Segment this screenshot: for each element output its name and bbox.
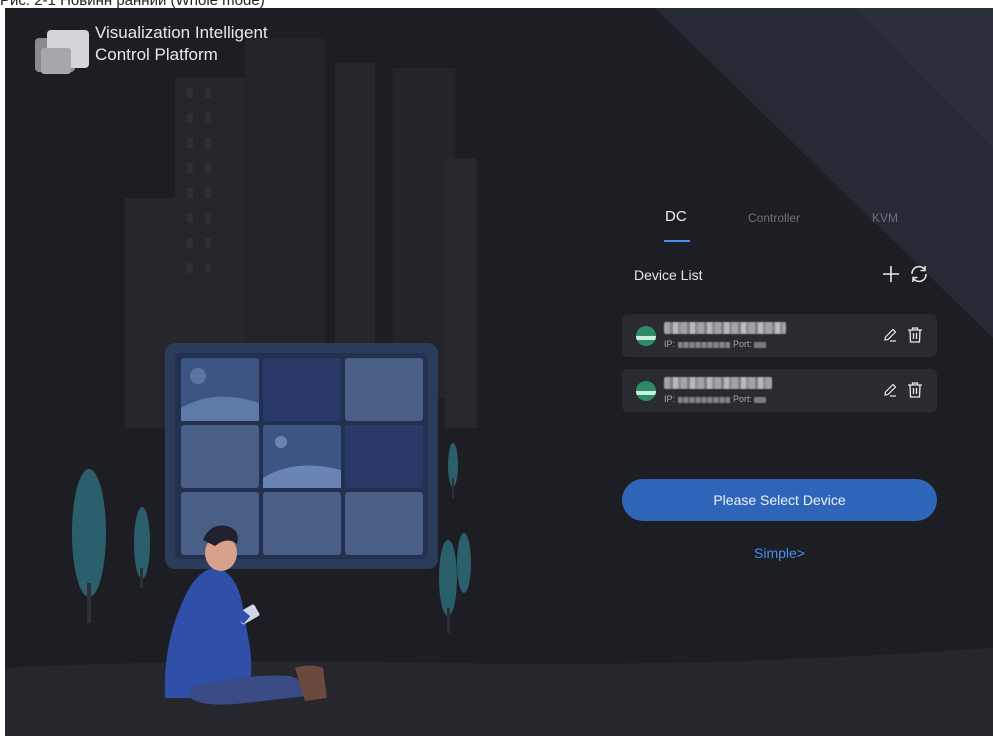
dc-device-icon	[636, 381, 656, 401]
device-port-redacted	[754, 396, 767, 403]
device-list-header: Device List	[622, 249, 937, 299]
delete-icon[interactable]	[906, 381, 924, 399]
tab-dc[interactable]: DC	[665, 208, 687, 225]
app-window: Visualization Intelligent Control Platfo…	[5, 8, 993, 736]
select-device-button[interactable]: Please Select Device	[622, 479, 937, 521]
platform-title: Visualization Intelligent Control Platfo…	[95, 22, 355, 66]
device-ip-label: IP:	[664, 339, 676, 349]
tab-kvm[interactable]: KVM	[872, 211, 898, 225]
device-panel: DC Controller KVM Device List IP: Port:	[622, 203, 937, 561]
device-item[interactable]: IP: Port:	[622, 369, 937, 412]
device-name-redacted	[664, 322, 786, 334]
ground	[5, 648, 993, 736]
device-port-redacted	[754, 341, 767, 348]
refresh-icon[interactable]	[908, 263, 930, 285]
tab-controller[interactable]: Controller	[748, 211, 800, 225]
video-wall-tiles	[181, 358, 423, 555]
simple-mode-link[interactable]: Simple>	[622, 545, 937, 561]
edit-icon[interactable]	[882, 382, 898, 398]
device-port-label: Port:	[733, 394, 753, 404]
delete-icon[interactable]	[906, 326, 924, 344]
tree	[439, 533, 471, 633]
document-caption: Рис. 2-1 Новинн ранний (Whole mode)	[0, 0, 993, 8]
dc-device-icon	[636, 326, 656, 346]
device-item[interactable]: IP: Port:	[622, 314, 937, 357]
tree	[448, 443, 458, 498]
tree	[72, 469, 106, 623]
active-tab-indicator	[664, 240, 690, 242]
edit-icon[interactable]	[882, 327, 898, 343]
platform-logo-icon	[35, 30, 89, 74]
device-ip-label: IP:	[664, 394, 676, 404]
device-list-title: Device List	[634, 267, 703, 283]
device-port-label: Port:	[733, 339, 753, 349]
building-silhouette	[445, 158, 477, 428]
tree	[134, 507, 150, 588]
device-address: IP: Port:	[664, 394, 767, 404]
platform-title-line1: Visualization Intelligent	[95, 23, 268, 42]
device-name-redacted	[664, 377, 772, 389]
device-ip-redacted	[678, 341, 731, 348]
add-device-icon[interactable]	[880, 263, 902, 285]
device-ip-redacted	[678, 396, 731, 403]
platform-title-line2: Control Platform	[95, 45, 218, 64]
device-type-tabs: DC Controller KVM	[622, 203, 937, 249]
device-address: IP: Port:	[664, 339, 767, 349]
